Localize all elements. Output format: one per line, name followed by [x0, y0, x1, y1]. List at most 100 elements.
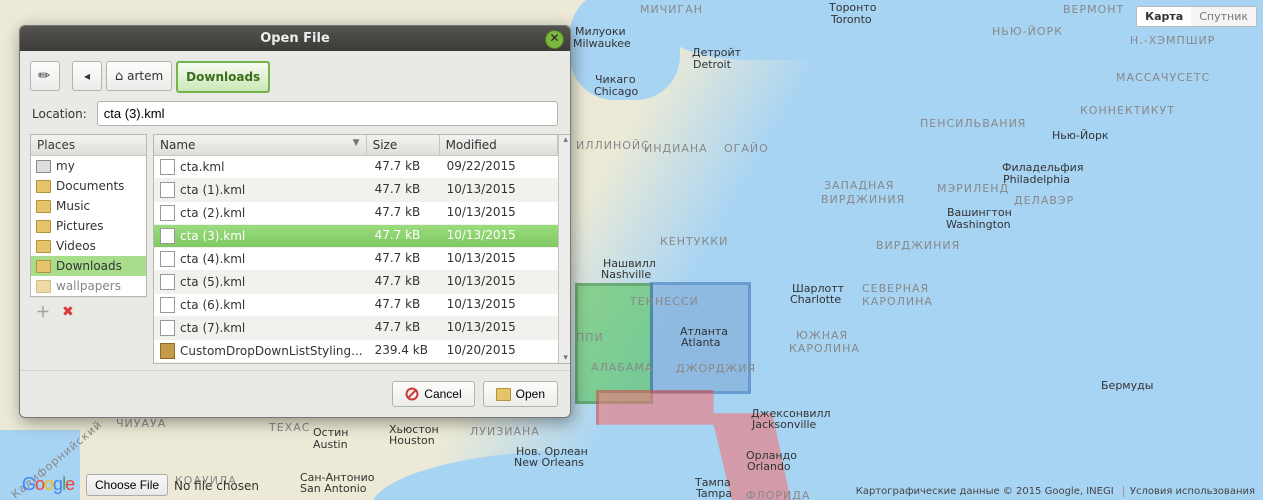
file-list-header: Name Size Modified — [154, 135, 558, 156]
col-modified[interactable]: Modified — [440, 135, 558, 155]
map-label: ЛУИЗИАНА — [470, 426, 540, 438]
file-row[interactable]: cta (7).kml47.7 kB10/13/2015 — [154, 317, 558, 340]
current-folder-crumb[interactable]: Downloads — [176, 61, 270, 93]
map-label: Detroit — [693, 59, 731, 71]
file-modified: 10/13/2015 — [441, 271, 558, 293]
map-label: Сан-Антонио — [300, 472, 375, 484]
location-label: Location: — [32, 107, 87, 121]
file-modified: 10/13/2015 — [441, 294, 558, 316]
map-label: КАРОЛИНА — [789, 343, 860, 355]
map-label: КЕНТУККИ — [660, 236, 728, 248]
map-label: КАРОЛИНА — [862, 296, 933, 308]
map-label: СЕВЕРНАЯ — [862, 283, 929, 295]
scrollbar[interactable]: ▴▾ — [558, 135, 571, 363]
file-modified: 10/13/2015 — [441, 179, 558, 201]
file-row[interactable]: cta (4).kml 47.7 kB10/13/2015 — [154, 248, 558, 271]
attribution-text: Картографические данные © 2015 Google, I… — [856, 486, 1114, 497]
map-label: ОГАЙО — [724, 143, 769, 155]
file-name: cta (2).kml — [180, 206, 245, 220]
cancel-button[interactable]: Cancel — [392, 381, 474, 407]
cancel-icon — [405, 387, 419, 401]
folder-icon — [36, 240, 51, 253]
file-row[interactable]: cta (5).kml47.7 kB10/13/2015 — [154, 271, 558, 294]
map-label: Вашингтон — [947, 207, 1012, 219]
location-input[interactable] — [97, 101, 558, 126]
col-size[interactable]: Size — [367, 135, 440, 155]
places-item-label: Videos — [56, 239, 96, 253]
places-item-label: Downloads — [56, 259, 122, 273]
map-label: Houston — [389, 435, 435, 447]
places-item[interactable]: Music — [31, 196, 146, 216]
open-button[interactable]: Open — [483, 381, 558, 407]
map-label: Charlotte — [790, 294, 841, 306]
dialog-actions: Cancel Open — [20, 370, 570, 417]
places-item-label: Documents — [56, 179, 124, 193]
choose-file-button[interactable]: Choose File — [86, 474, 168, 496]
map-label: Nashville — [601, 269, 651, 281]
file-name: cta (4).kml — [180, 252, 245, 266]
folder-icon — [36, 260, 51, 273]
map-label: ВИРДЖИНИЯ — [821, 194, 905, 206]
dialog-titlebar[interactable]: Open File ✕ — [20, 26, 570, 51]
file-row[interactable]: cta (3).kml47.7 kB10/13/2015 — [154, 225, 558, 248]
file-row[interactable]: cta (2).kml47.7 kB10/13/2015 — [154, 202, 558, 225]
map-label: ИЛЛИНОЙС — [576, 140, 650, 152]
close-icon[interactable]: ✕ — [545, 30, 564, 49]
file-name: cta (6).kml — [180, 298, 245, 312]
file-icon — [160, 320, 175, 336]
places-item[interactable]: my — [31, 156, 146, 176]
map-label: San Antonio — [300, 483, 367, 495]
col-name[interactable]: Name — [154, 135, 367, 155]
map-label: Хьюстон — [389, 424, 439, 436]
file-icon — [160, 228, 175, 244]
scroll-up-icon[interactable]: ▴ — [563, 135, 568, 145]
map-label: МЭРИЛЕНД — [937, 183, 1009, 195]
map-label: Washington — [946, 219, 1011, 231]
places-item-label: Pictures — [56, 219, 104, 233]
places-item[interactable]: Downloads — [31, 256, 146, 276]
map-label: ЗАПАДНАЯ — [824, 180, 894, 192]
places-panel: Places my Documents Music Pictures Videos Dow… — [30, 134, 147, 364]
file-size: 47.7 kB — [369, 294, 441, 316]
map-label: ЧИУАУА — [116, 418, 166, 430]
overlay-georgia[interactable] — [650, 282, 751, 394]
file-modified: 10/20/2015 — [441, 340, 558, 362]
map-type-satellite[interactable]: Спутник — [1191, 7, 1256, 26]
terms-link[interactable]: Условия использования — [1123, 486, 1255, 497]
places-item[interactable]: Pictures — [31, 216, 146, 236]
file-icon — [160, 205, 175, 221]
places-item[interactable]: Videos — [31, 236, 146, 256]
places-item[interactable]: wallpapers — [31, 276, 146, 296]
map-label: ВИРДЖИНИЯ — [876, 240, 960, 252]
map-type-map[interactable]: Карта — [1137, 7, 1191, 26]
places-header[interactable]: Places — [31, 135, 146, 156]
file-modified: 10/13/2015 — [441, 248, 558, 270]
file-modified: 09/22/2015 — [441, 156, 558, 178]
home-crumb-label: artem — [127, 69, 163, 83]
folder-icon — [36, 220, 51, 233]
file-icon — [160, 182, 175, 198]
file-row[interactable]: cta (6).kml 47.7 kB10/13/2015 — [154, 294, 558, 317]
add-bookmark-button[interactable]: ＋ — [36, 302, 50, 322]
cancel-label: Cancel — [424, 387, 461, 401]
edit-path-button[interactable]: ✎ — [30, 61, 60, 91]
map-label: ИНДИАНА — [644, 143, 708, 155]
scroll-down-icon[interactable]: ▾ — [563, 353, 568, 363]
file-size: 47.7 kB — [369, 225, 441, 247]
file-icon — [160, 274, 175, 290]
map-label: Остин — [313, 427, 348, 439]
file-size: 47.7 kB — [369, 248, 441, 270]
file-row[interactable]: cta.kml47.7 kB09/22/2015 — [154, 156, 558, 179]
map-label: ПЕНСИЛЬВАНИЯ — [920, 118, 1026, 130]
map-label: Шарлотт — [792, 283, 844, 295]
home-crumb[interactable]: ⌂ artem — [106, 61, 172, 91]
back-button[interactable]: ◂ — [72, 61, 102, 91]
file-name: cta (1).kml — [180, 183, 245, 197]
map-attribution: Картографические данные © 2015 Google, I… — [856, 486, 1255, 497]
remove-bookmark-button[interactable]: ✖ — [62, 304, 74, 320]
overlay-alabama[interactable] — [575, 283, 653, 404]
file-row[interactable]: cta (1).kml47.7 kB10/13/2015 — [154, 179, 558, 202]
places-item[interactable]: Documents — [31, 176, 146, 196]
file-row[interactable]: CustomDropDownListStyling...239.4 kB10/2… — [154, 340, 558, 363]
open-file-dialog: Open File ✕ ✎ ◂ ⌂ artem Downloads Locati… — [19, 25, 571, 418]
